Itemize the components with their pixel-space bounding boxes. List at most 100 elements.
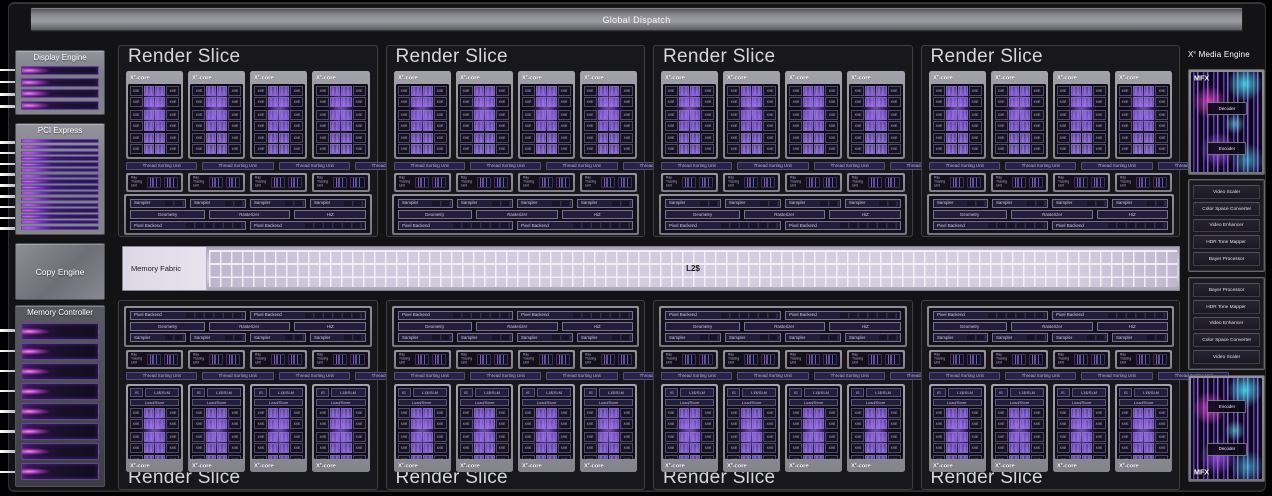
xve-row: XVEXVE xyxy=(460,432,509,442)
xve-activity-cell xyxy=(144,110,154,120)
xve-label: XVE xyxy=(855,89,862,92)
xve-label: XVE xyxy=(195,435,202,438)
sampler-label-box: Sampler xyxy=(1053,334,1086,341)
io-stub xyxy=(0,227,15,230)
xve-cell: XVE xyxy=(727,455,740,459)
memory-controller-lanes xyxy=(21,323,99,480)
xve-activity-cell xyxy=(1133,97,1143,107)
rtu-activity-block xyxy=(823,354,837,365)
sampler-bar: Sampler xyxy=(190,333,246,342)
ray-tracing-unit-label-box: Ray Tracing Unit xyxy=(934,344,947,375)
xve-cell: XVE xyxy=(888,455,901,459)
xve-row-group: XVEXVEXVEXVE xyxy=(398,432,447,453)
xve-row: XVEXVE xyxy=(851,443,900,453)
xve-cell: XVE xyxy=(763,97,776,107)
xve-row: XVEXVE xyxy=(665,121,714,131)
ray-tracing-unit: Ray Tracing Unit xyxy=(991,350,1048,369)
xve-row: XVEXVE xyxy=(192,419,241,429)
xve-row: XVEXVE xyxy=(130,443,179,453)
xve-cell: XVE xyxy=(727,144,740,154)
activity-lane-bar xyxy=(21,66,99,75)
ray-tracing-row: Ray Tracing UnitRay Tracing UnitRay Trac… xyxy=(929,173,1173,192)
xve-activity-cell xyxy=(1020,97,1030,107)
xve-label: XVE xyxy=(792,458,799,459)
xve-cell: XVE xyxy=(727,86,740,96)
xve-activity-cell xyxy=(876,133,886,143)
xve-row: XVEXVE xyxy=(665,455,714,459)
xve-cell: XVE xyxy=(825,97,838,107)
xve-cell: XVE xyxy=(166,97,179,107)
xve-label: XVE xyxy=(437,458,444,459)
xve-row-group: XVEXVEXVEXVE xyxy=(522,408,571,429)
xve-row: XVEXVE xyxy=(933,157,982,158)
render-slice: Render SliceISL1$/SLMLoad/StoreXVEXVEXVE… xyxy=(386,300,646,490)
xve-row-group: XVEXVEXVEXVE xyxy=(933,157,982,158)
xve-activity-cell xyxy=(609,443,619,453)
load-store-label: Load/Store xyxy=(1134,401,1154,405)
xve-activity-cell xyxy=(1071,97,1081,107)
xe-core-label-text: Xe-core xyxy=(789,75,809,81)
xve-row-group: XVEXVEXVEXVE xyxy=(1057,157,1106,158)
xve-row: XVEXVE xyxy=(851,110,900,120)
xve-label: XVE xyxy=(623,411,630,414)
xve-label: XVE xyxy=(792,435,799,438)
xve-cell: XVE xyxy=(763,133,776,143)
xve-row: XVEXVE xyxy=(1119,455,1168,459)
ray-tracing-unit-label-box: Ray Tracing Unit xyxy=(317,344,330,375)
xve-cell: XVE xyxy=(460,443,473,453)
xve-grid: XVEXVEXVEXVEXVEXVEXVEXVEXVEXVEXVEXVEXVEX… xyxy=(398,408,447,459)
xe-core-body: XVEXVEXVEXVEXVEXVEXVEXVEXVEXVEXVEXVEXVEX… xyxy=(725,84,778,157)
xe-core-label: Xe-core xyxy=(849,73,902,82)
xve-row-group: XVEXVEXVEXVE xyxy=(584,157,633,158)
xve-cell: XVE xyxy=(620,110,633,120)
decoder-badge: Decoder xyxy=(1206,443,1246,456)
pixel-backend-cells xyxy=(305,313,363,318)
xve-row-group: XVEXVEXVEXVE xyxy=(727,86,776,107)
xve-activity-cell xyxy=(1071,86,1081,96)
rtu-activity-block xyxy=(288,354,302,365)
xve-cell: XVE xyxy=(1031,133,1044,143)
xe-core-body: ISL1$/SLMLoad/StoreXVEXVEXVEXVEXVEXVEXVE… xyxy=(993,386,1046,459)
xe-core-label-sup: e xyxy=(1061,73,1063,77)
sampler-label-box: Sampler xyxy=(786,334,819,341)
xve-cell: XVE xyxy=(460,432,473,442)
pixel-backend-label-box: Pixel Backend xyxy=(399,222,453,229)
xve-row-group: XVEXVEXVEXVE xyxy=(933,110,982,131)
xve-cell: XVE xyxy=(620,144,633,154)
xve-label: XVE xyxy=(623,446,630,449)
xve-activity-cell xyxy=(876,144,886,154)
render-slice: Render SliceXe-coreXVEXVEXVEXVEXVEXVEXVE… xyxy=(386,45,646,237)
sampler-label: Sampler xyxy=(937,335,953,339)
xve-cell: XVE xyxy=(1093,432,1106,442)
xve-label: XVE xyxy=(623,124,630,127)
xe-core-body: ISL1$/SLMLoad/StoreXVEXVEXVEXVEXVEXVEXVE… xyxy=(314,386,367,459)
xve-cell: XVE xyxy=(496,144,509,154)
xe-core-body: XVEXVEXVEXVEXVEXVEXVEXVEXVEXVEXVEXVEXVEX… xyxy=(190,84,243,157)
xve-activity-cell xyxy=(679,133,689,143)
xve-row: XVEXVE xyxy=(1119,133,1168,143)
l1-slm-label: L1$/SLM xyxy=(1143,391,1159,395)
rtu-activity-block xyxy=(226,177,240,188)
xve-row: XVEXVE xyxy=(316,133,365,143)
sampler-cells xyxy=(1027,335,1046,340)
decoder-badge: Decoder xyxy=(1206,102,1246,115)
sampler-row: SamplerSamplerSamplerSampler xyxy=(665,199,901,208)
ray-tracing-unit-body: Ray Tracing Unit xyxy=(725,175,778,190)
xve-label: XVE xyxy=(766,446,773,449)
xve-row-group: XVEXVEXVEXVE xyxy=(851,157,900,158)
xve-activity-cell xyxy=(547,408,557,418)
render-slice: Render SliceXe-coreXVEXVEXVEXVEXVEXVEXVE… xyxy=(921,45,1181,237)
ray-tracing-unit-label-box: Ray Tracing Unit xyxy=(193,344,206,375)
xve-label: XVE xyxy=(730,411,737,414)
xve-label: XVE xyxy=(587,113,594,116)
geometry-bar: Geometry xyxy=(933,322,1008,331)
xve-activity-cell xyxy=(485,443,495,453)
xve-label: XVE xyxy=(463,136,470,139)
is-label: IS xyxy=(588,391,592,395)
geometry-label: Geometry xyxy=(425,212,444,216)
rasterizer-bar: Rasterizer xyxy=(1011,210,1093,219)
xve-activity-cell xyxy=(536,121,546,131)
xve-label: XVE xyxy=(792,446,799,449)
xve-activity-cell xyxy=(1071,419,1081,429)
xve-activity-cell xyxy=(752,97,762,107)
